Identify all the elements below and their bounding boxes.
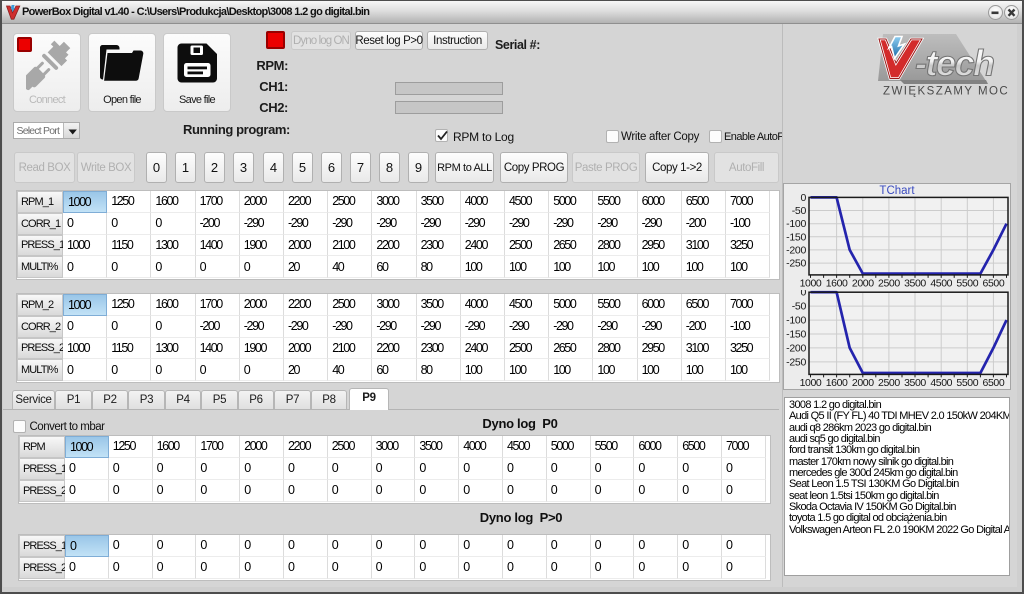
svg-text:-tech: -tech — [915, 43, 994, 84]
svg-text:3500: 3500 — [904, 277, 926, 289]
svg-text:-50: -50 — [792, 205, 807, 217]
svg-text:-100: -100 — [786, 218, 806, 230]
svg-text:1600: 1600 — [826, 277, 848, 289]
svg-text:5500: 5500 — [956, 277, 978, 289]
svg-text:5500: 5500 — [956, 377, 978, 389]
svg-text:-100: -100 — [786, 315, 806, 327]
svg-text:6500: 6500 — [983, 277, 1005, 289]
svg-text:ZWIĘKSZAMY MOC: ZWIĘKSZAMY MOC — [883, 86, 1009, 98]
svg-text:0: 0 — [800, 192, 806, 204]
svg-text:-50: -50 — [792, 301, 807, 313]
svg-text:0: 0 — [800, 290, 806, 299]
svg-text:1000: 1000 — [800, 377, 822, 389]
svg-text:1600: 1600 — [826, 377, 848, 389]
svg-text:2000: 2000 — [852, 277, 874, 289]
svg-text:-150: -150 — [786, 329, 806, 341]
svg-text:3500: 3500 — [904, 377, 926, 389]
svg-text:2500: 2500 — [878, 377, 900, 389]
svg-text:-250: -250 — [786, 258, 806, 270]
svg-text:2000: 2000 — [852, 377, 874, 389]
svg-text:4500: 4500 — [930, 377, 952, 389]
svg-text:4500: 4500 — [930, 277, 952, 289]
svg-text:2500: 2500 — [878, 277, 900, 289]
svg-text:-200: -200 — [786, 342, 806, 354]
svg-text:-250: -250 — [786, 356, 806, 368]
svg-text:1000: 1000 — [800, 277, 822, 289]
svg-text:-150: -150 — [786, 231, 806, 243]
svg-text:6500: 6500 — [983, 377, 1005, 389]
svg-text:-200: -200 — [786, 244, 806, 256]
